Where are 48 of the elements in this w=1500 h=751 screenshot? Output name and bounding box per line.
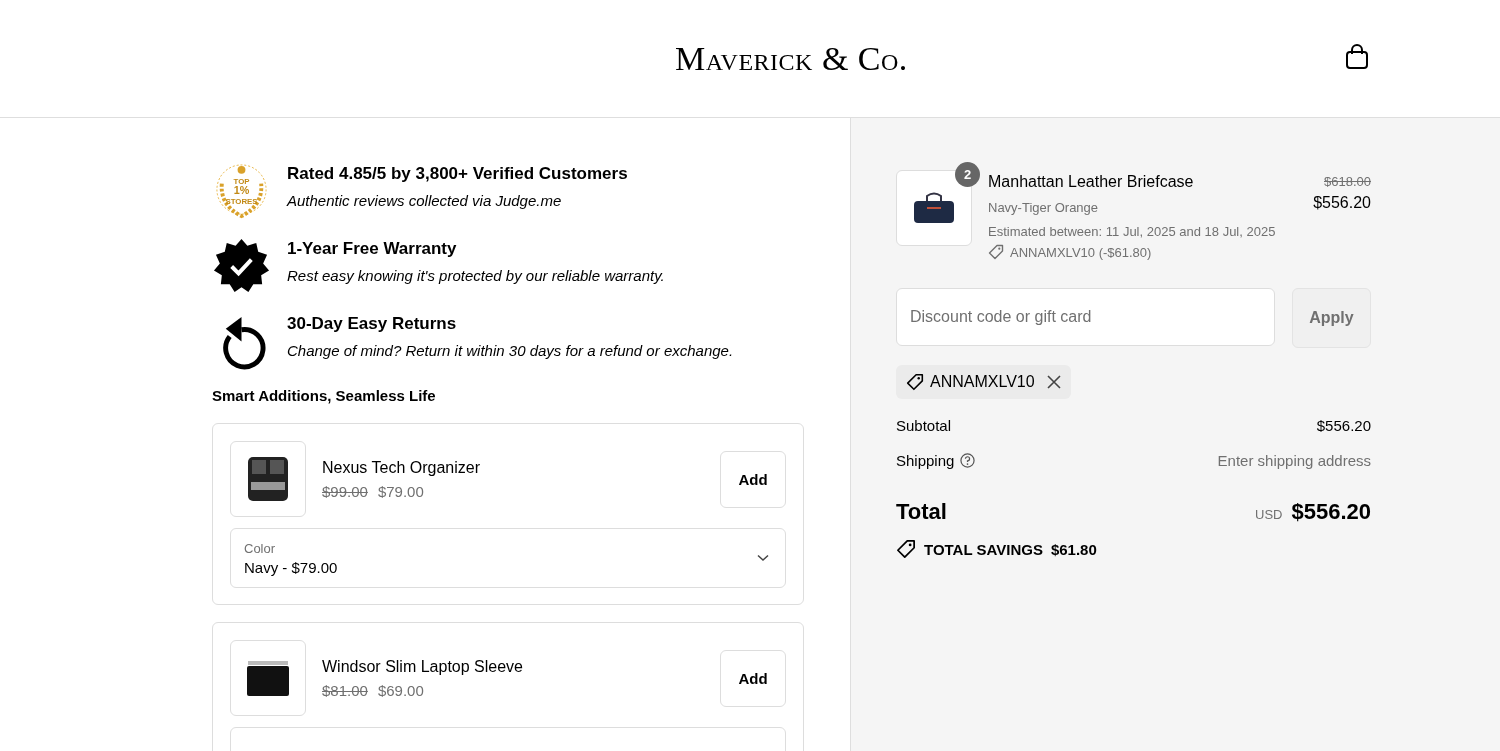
badge-title: 1-Year Free Warranty (287, 239, 458, 259)
sale-price: $79.00 (377, 482, 424, 500)
compare-price: $81.00 (322, 681, 368, 699)
badge-subtitle: Authentic reviews collected via Judge.me (287, 192, 563, 209)
tag-icon (988, 244, 1004, 260)
badge-subtitle: Change of mind? Return it within 30 days for a refund or exchange. (287, 342, 734, 359)
chevron-down-icon (757, 554, 769, 562)
close-icon[interactable] (1046, 375, 1061, 389)
subtotal-value: $556.20 (1316, 417, 1371, 434)
tag-icon (906, 373, 924, 391)
item-name: Manhattan Leather Briefcase (988, 173, 1195, 191)
select-label: Color (244, 540, 277, 556)
total-label: Total (896, 499, 947, 525)
apply-button[interactable]: Apply (1292, 288, 1371, 348)
savings-label: TOTAL SAVINGS (924, 540, 1043, 558)
tags-icon (896, 539, 916, 559)
add-button[interactable]: Add (720, 649, 786, 707)
option-select[interactable]: Color Navy - $79.00 (230, 528, 786, 588)
item-discount: ANNAMXLV10 (-$61.80) (1010, 244, 1152, 260)
shopping-bag-icon[interactable] (1345, 44, 1369, 70)
store-logo[interactable]: Maverick & Co. (212, 39, 1371, 78)
currency-code: USD (1255, 507, 1283, 522)
shipping-label: Shipping (896, 452, 955, 469)
quantity-badge: 2 (955, 162, 980, 187)
help-icon[interactable] (960, 453, 976, 468)
badge-subtitle: Rest easy knowing it's protected by our reliable warranty. (287, 267, 665, 284)
product-name: Nexus Tech Organizer (322, 458, 481, 477)
total-value: $556.20 (1291, 499, 1371, 525)
savings-value: $61.80 (1050, 540, 1097, 558)
add-button[interactable]: Add (720, 450, 786, 508)
shipping-value: Enter shipping address (1217, 452, 1371, 469)
compare-price: $99.00 (322, 482, 368, 500)
subtotal-label: Subtotal (896, 417, 952, 434)
select-value: Navy - $79.00 (244, 558, 339, 576)
product-name: Windsor Slim Laptop Sleeve (322, 657, 524, 676)
sleeve-photo (245, 658, 291, 698)
sale-price: $69.00 (377, 681, 424, 699)
delivery-estimate: Estimated between: 11 Jul, 2025 and 18 Jul, 2025 (988, 223, 1277, 241)
discount-code-field[interactable]: Discount code or gift card (896, 288, 1275, 346)
badge-title: Rated 4.85/5 by 3,800+ Verified Customers (287, 164, 628, 184)
badge-title: 30-Day Easy Returns (287, 314, 458, 334)
briefcase-photo (912, 191, 956, 225)
compare-price: $618.00 (1323, 174, 1371, 189)
code-label: ANNAMXLV10 (930, 373, 1035, 391)
upsell-heading: Smart Additions, Seamless Life (212, 387, 437, 404)
organizer-photo (245, 454, 291, 504)
item-variant: Navy-Tiger Orange (988, 199, 1100, 217)
item-price: $556.20 (1312, 194, 1371, 212)
